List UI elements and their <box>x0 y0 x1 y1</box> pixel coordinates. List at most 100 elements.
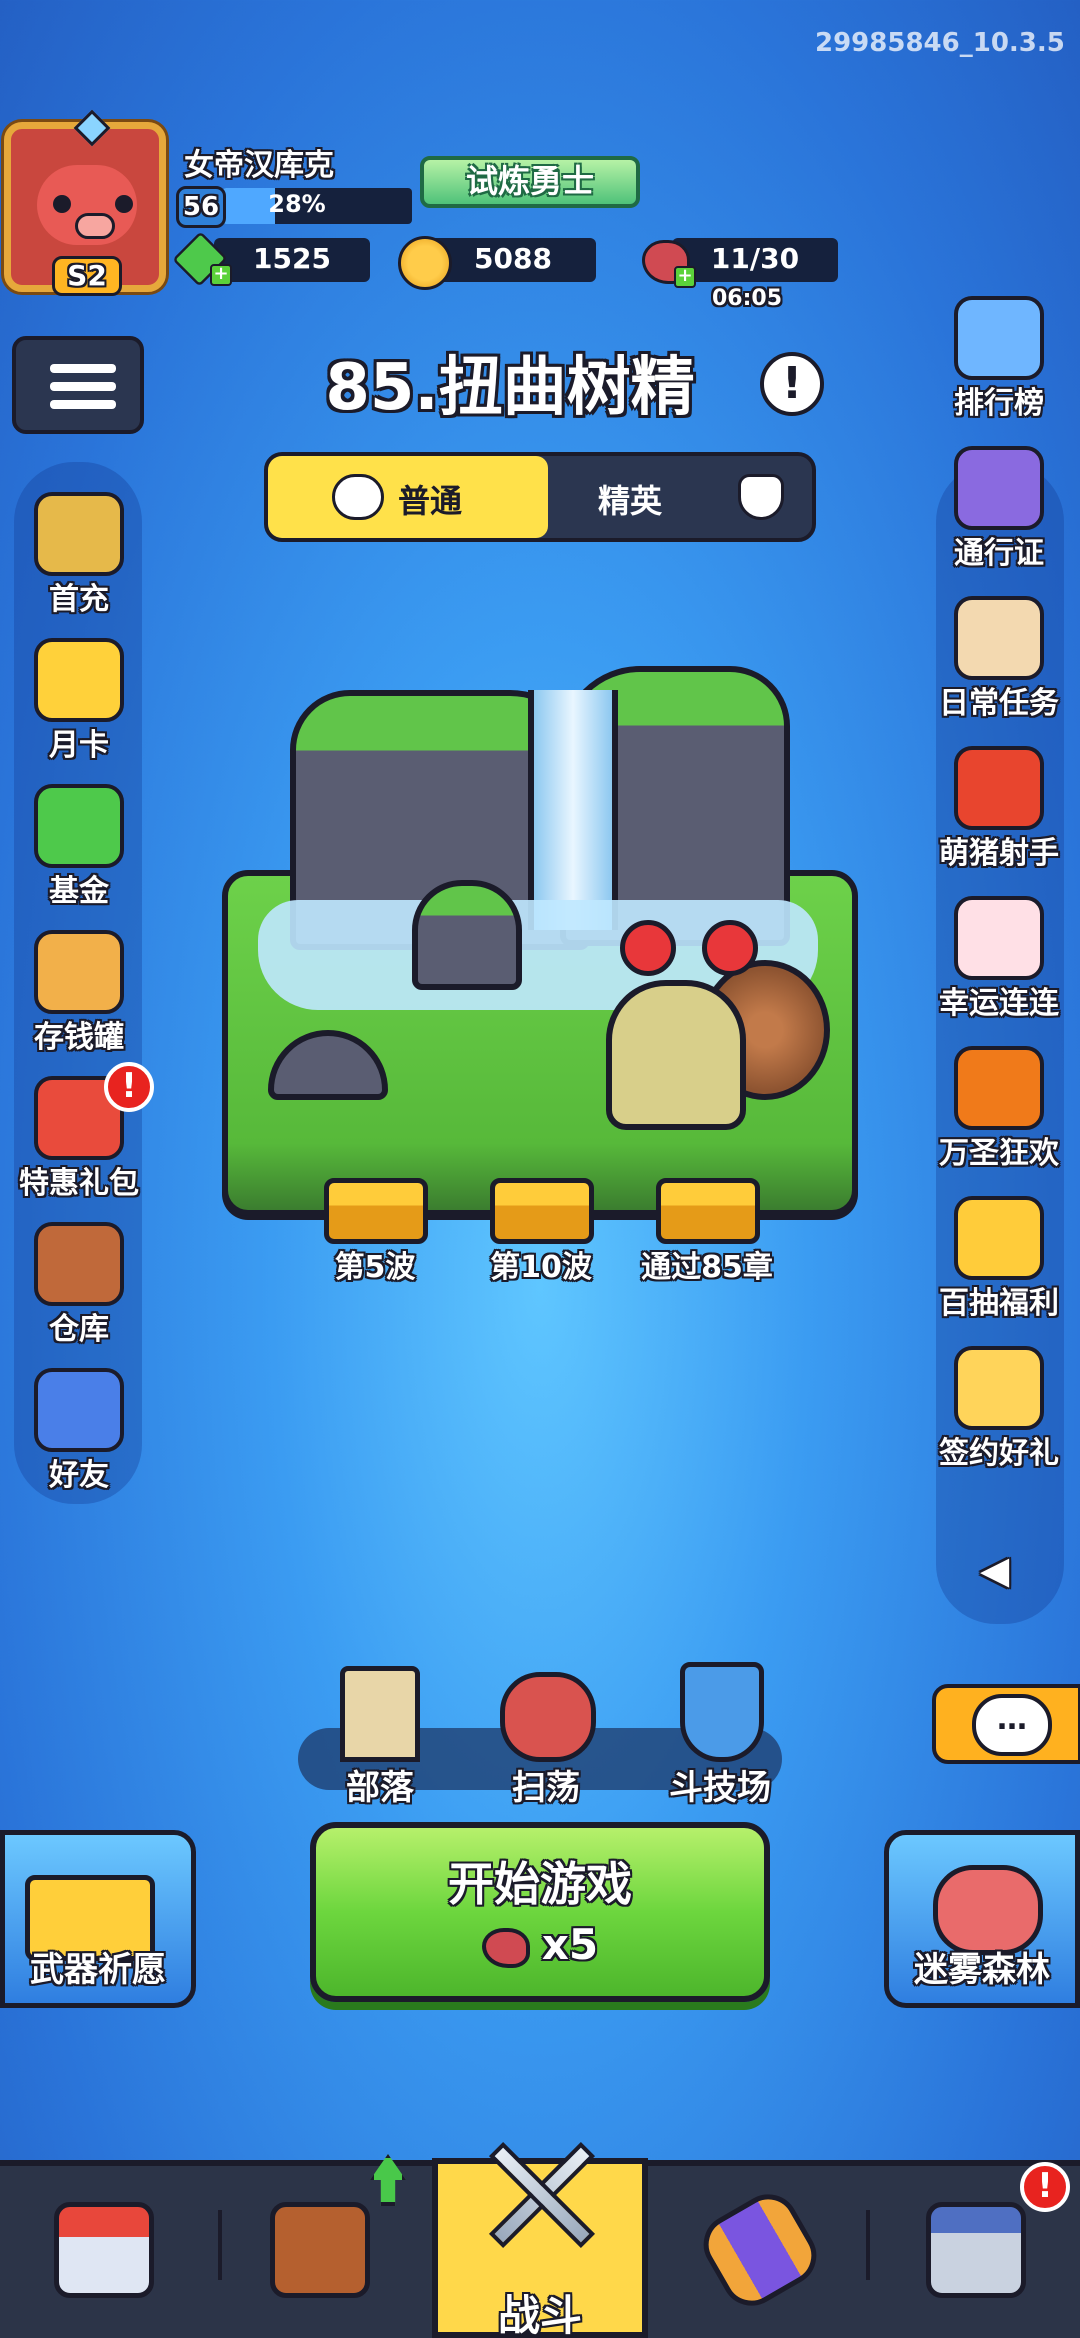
right_menu-item-label: 排行榜 <box>954 386 1044 421</box>
energy-timer: 06:05 <box>712 286 783 311</box>
nav-battle-label: 战斗 <box>497 2291 582 2338</box>
contract-gift-icon <box>954 1346 1044 1430</box>
friends-icon <box>34 1368 124 1452</box>
right_menu-item-6[interactable]: 百抽福利 <box>924 1188 1074 1328</box>
nav-scroll[interactable] <box>660 2160 860 2338</box>
reward-wave-5[interactable]: 第5波 <box>310 1178 440 1298</box>
left_menu-item-label: 仓库 <box>49 1312 109 1347</box>
crossed-swords-icon <box>476 2130 606 2260</box>
nav-divider <box>866 2210 870 2280</box>
left_menu-item-5[interactable]: 仓库 <box>4 1214 154 1354</box>
left_menu-item-0[interactable]: 首充 <box>4 484 154 624</box>
sweep-icon <box>500 1672 596 1762</box>
add-energy-icon[interactable]: + <box>674 266 696 288</box>
collapse-sidebar-icon[interactable]: ◀ <box>980 1548 1009 1592</box>
right_menu-item-3[interactable]: 萌猪射手 <box>924 738 1074 878</box>
left_menu-item-3[interactable]: 存钱罐 <box>4 922 154 1062</box>
left_menu-item-label: 首充 <box>49 582 109 617</box>
arena-button[interactable]: 斗技场 <box>650 1656 790 1808</box>
level-badge: 56 <box>176 186 226 228</box>
right_menu-item-label: 萌猪射手 <box>939 836 1059 871</box>
monthly-card-icon <box>34 638 124 722</box>
left_menu-item-2[interactable]: 基金 <box>4 776 154 916</box>
snail-eye <box>702 920 758 976</box>
right_menu-item-label: 通行证 <box>954 536 1044 571</box>
avatar-crown-gem <box>73 109 111 147</box>
gems-counter[interactable]: 1525 <box>214 238 370 282</box>
left_menu-item-label: 基金 <box>49 874 109 909</box>
right_menu-item-1[interactable]: 通行证 <box>924 438 1074 578</box>
right_menu-item-label: 签约好礼 <box>939 1436 1059 1471</box>
nav-backpack[interactable] <box>220 2154 420 2338</box>
meat-energy-icon <box>481 1927 530 1968</box>
coins-value: 5088 <box>474 242 552 275</box>
shop-icon <box>54 2202 154 2298</box>
tribe-castle-icon <box>340 1666 420 1762</box>
left_menu-item-label: 特惠礼包 <box>19 1166 139 1201</box>
hundred-draw-icon <box>954 1196 1044 1280</box>
alert-badge: ! <box>104 1062 154 1112</box>
left_menu-item-6[interactable]: 好友 <box>4 1360 154 1500</box>
start-game-button[interactable]: 开始游戏 x5 <box>310 1822 770 2002</box>
normal-difficulty-icon <box>332 474 384 520</box>
weapon-wish-button[interactable]: 武器祈愿 <box>0 1830 196 2008</box>
chest-icon <box>490 1178 594 1244</box>
halloween-icon <box>954 1046 1044 1130</box>
season-badge: S2 <box>52 256 122 296</box>
left_menu-item-label: 存钱罐 <box>34 1020 124 1055</box>
left_menu-item-label: 月卡 <box>49 728 109 763</box>
version-label: 29985846_10.3.5 <box>815 28 1065 58</box>
pig-shooter-icon <box>954 746 1044 830</box>
right_menu-item-label: 日常任务 <box>939 686 1059 721</box>
waterfall <box>528 690 618 930</box>
pig-nose <box>75 213 115 239</box>
snail-eye <box>620 920 676 976</box>
upgrade-arrow-icon <box>370 2154 406 2206</box>
right_menu-item-label: 幸运连连 <box>939 986 1059 1021</box>
reward-wave-10[interactable]: 第10波 <box>476 1178 606 1298</box>
left_menu-item-4[interactable]: 特惠礼包! <box>4 1062 154 1208</box>
right_menu-item-5[interactable]: 万圣狂欢 <box>924 1038 1074 1178</box>
difficulty-toggle: 普通 精英 <box>264 452 816 542</box>
lucky-cake-icon <box>954 896 1044 980</box>
coin-icon <box>398 236 452 290</box>
right_menu-item-7[interactable]: 签约好礼 <box>924 1338 1074 1478</box>
xp-percent: 28% <box>268 190 326 218</box>
chest-icon <box>324 1178 428 1244</box>
chat-bubble-icon: … <box>972 1694 1052 1756</box>
add-gems-icon[interactable]: + <box>210 264 232 286</box>
leaderboard-icon <box>954 296 1044 380</box>
chat-button[interactable]: … <box>932 1684 1080 1764</box>
first-recharge-icon <box>34 492 124 576</box>
tab-elite-label: 精英 <box>598 482 663 520</box>
energy-value: 11/30 <box>710 242 800 275</box>
scroll-icon <box>692 2183 828 2317</box>
reward-chapter-clear[interactable]: 通过85章 <box>641 1178 773 1298</box>
right_menu-item-label: 万圣狂欢 <box>939 1136 1059 1171</box>
left_menu-item-label: 好友 <box>49 1458 109 1493</box>
piggy-bank-icon <box>34 930 124 1014</box>
player-title-banner[interactable]: 试炼勇士 <box>420 156 640 208</box>
gems-value: 1525 <box>253 242 331 275</box>
right_menu-item-2[interactable]: 日常任务 <box>924 588 1074 728</box>
elite-difficulty-icon <box>738 474 784 520</box>
daily-tasks-icon <box>954 596 1044 680</box>
right_menu-item-4[interactable]: 幸运连连 <box>924 888 1074 1028</box>
xp-bar: 28% <box>222 188 412 224</box>
arena-icon <box>680 1662 764 1762</box>
tribe-button[interactable]: 部落 <box>310 1656 450 1808</box>
tab-normal-label: 普通 <box>398 482 463 520</box>
energy-counter[interactable]: 11/30 <box>672 238 838 282</box>
snail-boss-body <box>606 980 746 1130</box>
left_menu-item-1[interactable]: 月卡 <box>4 630 154 770</box>
misty-forest-button[interactable]: 迷雾森林 <box>884 1830 1080 2008</box>
coins-counter[interactable]: 5088 <box>430 238 596 282</box>
sweep-button[interactable]: 扫荡 <box>476 1656 616 1808</box>
nav-shop[interactable] <box>4 2160 204 2338</box>
right_menu-item-0[interactable]: 排行榜 <box>924 288 1074 428</box>
building-alert-badge: ! <box>1020 2162 1070 2212</box>
tab-normal[interactable]: 普通 <box>268 456 548 538</box>
pig-eye <box>53 195 71 213</box>
backpack-icon <box>270 2202 370 2298</box>
chapter-info-icon[interactable]: ! <box>760 352 824 416</box>
